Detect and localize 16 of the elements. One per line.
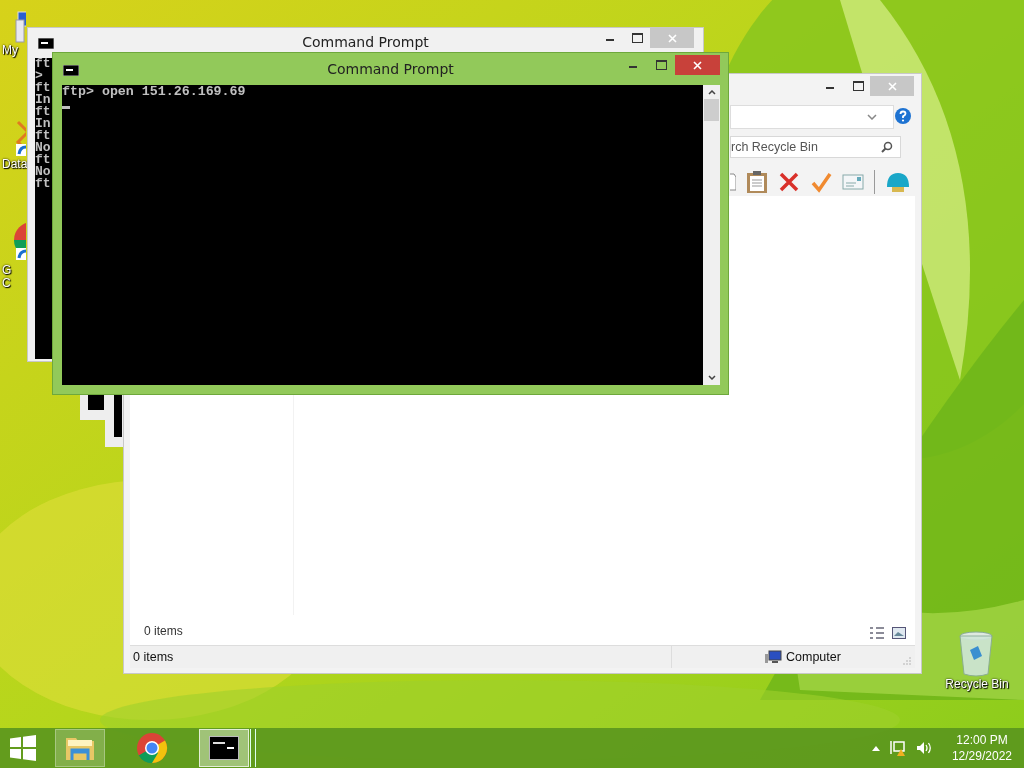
status-text: 0 items [133, 650, 175, 664]
window-title: Command Prompt [327, 61, 454, 77]
item-count: 0 items [144, 624, 183, 638]
icon-label: Data [1, 158, 28, 171]
icon-label: C [1, 277, 11, 290]
date-text: 12/29/2022 [951, 748, 1012, 764]
search-field[interactable]: rch Recycle Bin [730, 136, 901, 158]
icon-label: G [1, 264, 12, 277]
status-text: Computer [786, 650, 842, 664]
console-output: ft > ft In ft In ft No ft No ft [35, 58, 53, 359]
console-line: ftp> open 151.26.169.69 [62, 86, 247, 98]
time-text: 12:00 PM [956, 732, 1008, 748]
icon-label: My [1, 44, 18, 57]
window-title: Command Prompt [302, 34, 429, 50]
icon-label: Recycle Bin [944, 678, 1009, 691]
clock[interactable]: 12:00 PM 12/29/2022 [951, 732, 1012, 764]
